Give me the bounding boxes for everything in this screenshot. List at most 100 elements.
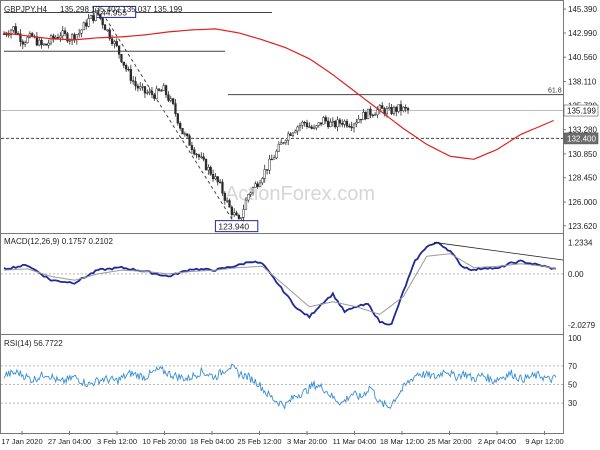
- candle-body: [56, 37, 60, 39]
- last-price-label: 135.199: [567, 107, 596, 116]
- macd-title: MACD(12,26,9) 0.1757 0.2102: [4, 237, 114, 246]
- candle-body: [129, 69, 132, 81]
- x-tick-label: 3 Mar 20:00: [287, 437, 327, 446]
- candle-body: [247, 194, 250, 201]
- candle-body: [225, 200, 229, 202]
- candle-body: [12, 26, 15, 31]
- candle-body: [251, 187, 255, 194]
- candle-body: [256, 183, 259, 187]
- candle-body: [136, 85, 140, 89]
- candle-body: [197, 154, 201, 158]
- price-tick-label: 126.000: [568, 198, 597, 207]
- low-label: 123.940: [218, 222, 249, 232]
- candle-body: [327, 120, 330, 128]
- candle-body: [211, 174, 215, 180]
- candle-body: [200, 156, 203, 158]
- candle-body: [284, 140, 288, 143]
- candle-body: [42, 43, 46, 46]
- candle-body: [301, 121, 304, 126]
- rsi-tick-label: 100: [568, 334, 582, 343]
- candle-body: [364, 111, 367, 120]
- candle-body: [127, 69, 130, 71]
- x-tick-label: 25 Feb 12:00: [237, 437, 281, 446]
- x-tick-label: 27 Jan 04:00: [48, 437, 91, 446]
- macd-line: [3, 241, 557, 326]
- x-tick-label: 2 Apr 04:00: [478, 437, 516, 446]
- macd-tick-label: 1.2334: [568, 239, 593, 248]
- candle-body: [223, 192, 226, 201]
- candle-body: [89, 15, 93, 19]
- price-ohlc-readout: 135.298 135.402 135.037 135.199: [60, 5, 183, 14]
- candle-body: [329, 121, 332, 128]
- candle-body: [235, 212, 238, 216]
- candle-body: [7, 34, 10, 36]
- candle-body: [397, 104, 400, 112]
- candle-body: [357, 118, 360, 123]
- macd-tick-label: -2.0279: [568, 321, 596, 330]
- candle-body: [209, 167, 212, 175]
- candle-body: [315, 125, 318, 129]
- candle-body: [207, 167, 210, 171]
- candle-body: [113, 41, 116, 44]
- candle-body: [322, 117, 325, 125]
- candle-body: [85, 22, 88, 27]
- signal-line: [3, 253, 557, 315]
- candle-body: [45, 43, 48, 46]
- candle-body: [310, 126, 313, 129]
- candle-body: [176, 113, 179, 124]
- candle-body: [195, 153, 198, 156]
- candle-body: [334, 121, 337, 128]
- candle-body: [204, 159, 208, 171]
- candle-body: [355, 122, 358, 125]
- fib-label: 61.8: [548, 88, 562, 95]
- candle-body: [352, 123, 356, 129]
- candle-body: [249, 192, 252, 195]
- candle-body: [388, 107, 391, 109]
- candle-body: [162, 85, 165, 91]
- price-tick-label: 140.560: [568, 53, 597, 62]
- candle-body: [263, 169, 266, 179]
- candle-body: [122, 61, 125, 66]
- candle-body: [233, 212, 236, 216]
- price-tick-label: 145.390: [568, 5, 597, 14]
- candle-body: [99, 13, 102, 19]
- divergence-line: [433, 241, 564, 261]
- x-tick-label: 18 Mar 12:00: [380, 437, 424, 446]
- x-tick-label: 18 Feb 04:00: [190, 437, 234, 446]
- candle-body: [150, 91, 154, 95]
- candle-body: [298, 125, 302, 128]
- candle-body: [110, 38, 114, 44]
- price-tick-label: 130.850: [568, 150, 597, 159]
- candle-body: [157, 88, 161, 91]
- candle-body: [303, 121, 306, 124]
- candle-body: [202, 156, 205, 160]
- candle-body: [143, 86, 147, 94]
- candle-body: [362, 111, 365, 121]
- candle-body: [153, 94, 156, 99]
- candle-body: [134, 81, 137, 87]
- candle-body: [141, 86, 144, 88]
- candle-body: [52, 35, 55, 39]
- candle-body: [338, 119, 342, 124]
- candle-body: [345, 120, 349, 127]
- candle-body: [244, 199, 248, 210]
- candle-body: [54, 37, 57, 39]
- candle-body: [319, 122, 323, 125]
- x-tick-label: 10 Feb 20:00: [142, 437, 186, 446]
- candle-body: [280, 142, 283, 145]
- candle-body: [331, 121, 335, 123]
- candle-body: [399, 104, 403, 111]
- candle-body: [171, 98, 175, 104]
- candle-body: [402, 106, 405, 111]
- x-tick-label: 9 Apr 12:00: [525, 437, 563, 446]
- candle-body: [186, 133, 189, 137]
- candle-body: [164, 85, 168, 96]
- candle-body: [287, 133, 290, 141]
- candle-body: [265, 169, 269, 171]
- candle-body: [291, 132, 295, 136]
- candle-body: [193, 149, 196, 155]
- candle-body: [117, 45, 121, 55]
- candle-body: [38, 39, 41, 46]
- candle-body: [132, 80, 135, 82]
- candle-body: [378, 105, 381, 110]
